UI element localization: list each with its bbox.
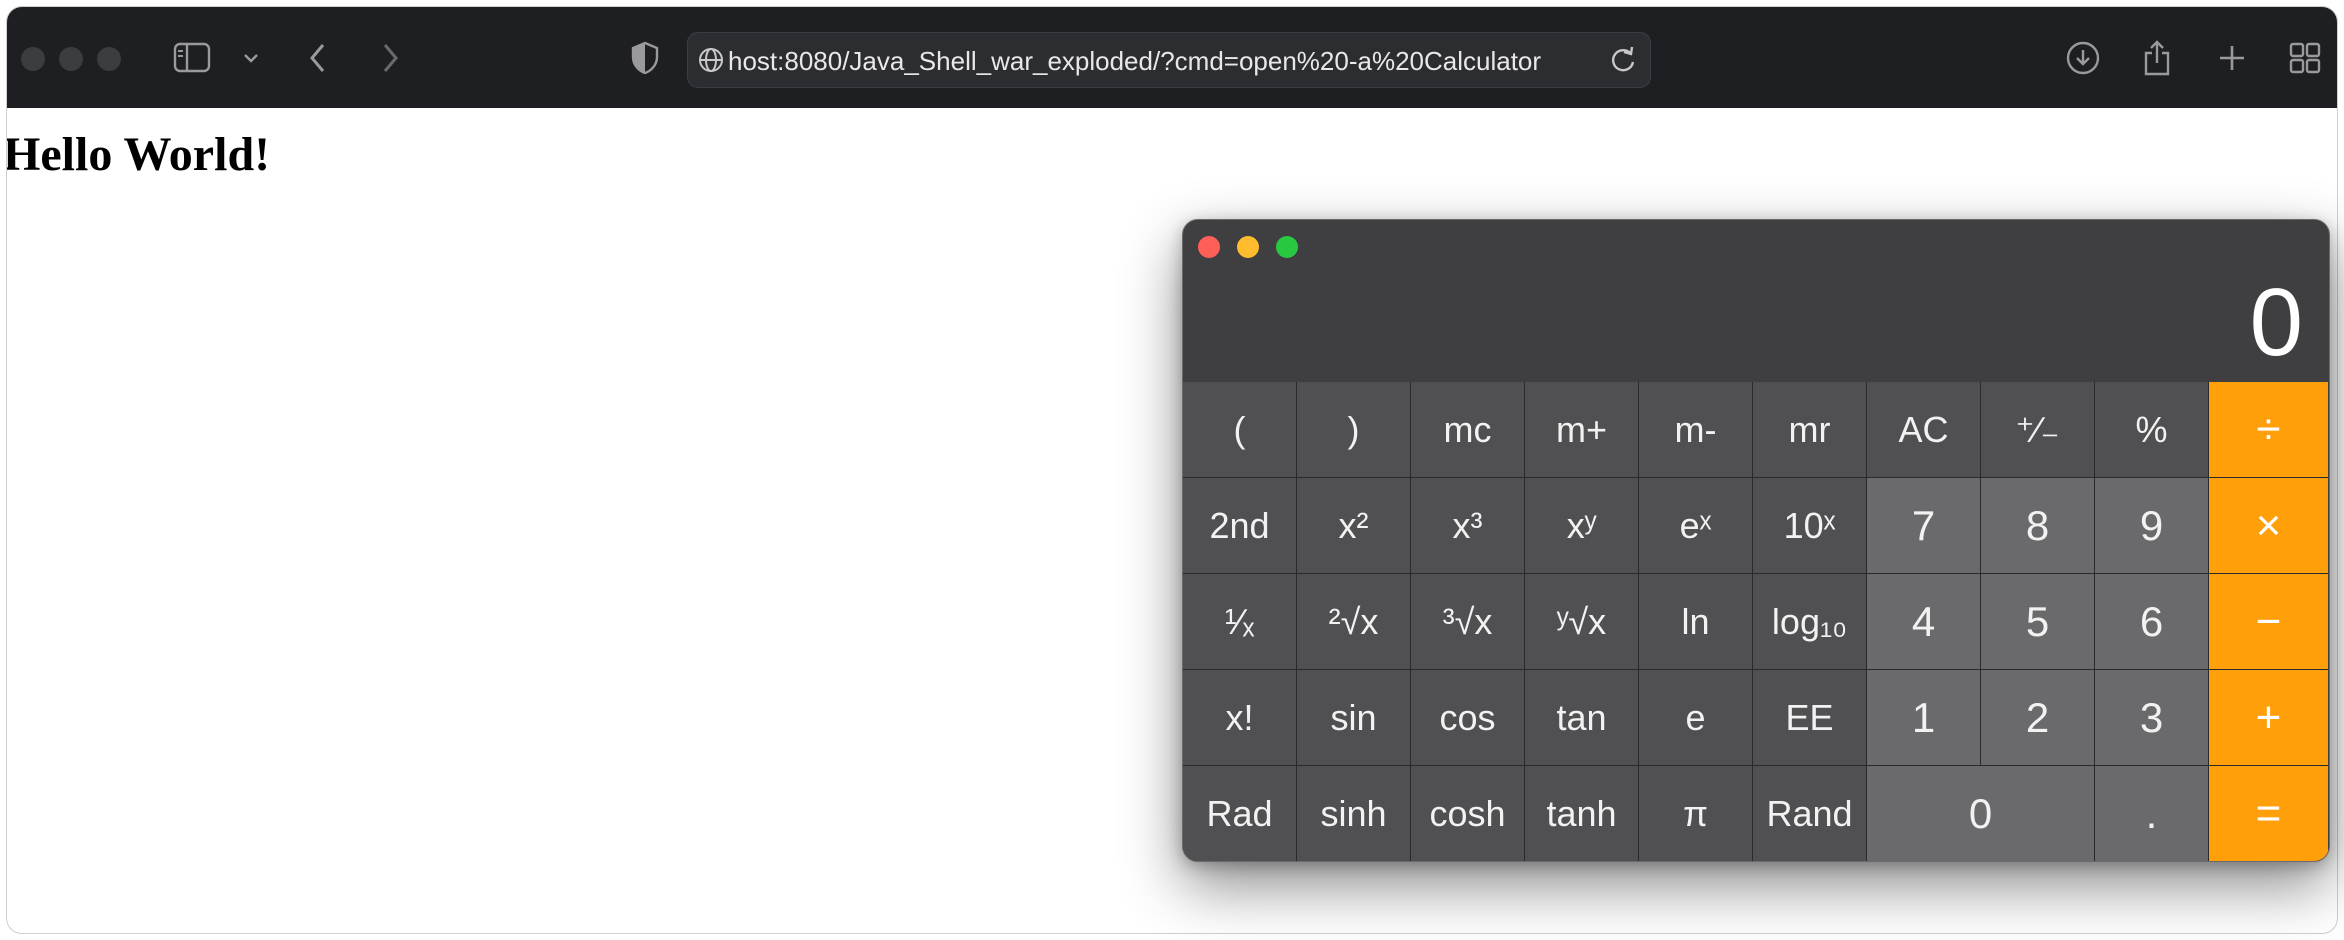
calc-key[interactable]: 3 (2095, 670, 2209, 766)
calculator-close-button[interactable] (1198, 236, 1220, 258)
calc-key[interactable]: log₁₀ (1753, 574, 1867, 670)
calc-key[interactable]: ( (1183, 382, 1297, 478)
privacy-shield-icon[interactable] (631, 41, 659, 75)
calculator-window-controls (1198, 236, 1298, 258)
calc-key[interactable]: = (2209, 766, 2328, 861)
zoom-window-button[interactable] (97, 47, 121, 71)
calculator-keypad: () mc m+ m-mr AC ⁺∕₋% ÷ 2nd x² x³ xʸ eˣ 10ˣ 7 8 9 × ¹∕ₓ ²√… (1183, 382, 2329, 861)
new-tab-plus-icon[interactable] (2217, 43, 2247, 73)
calc-key[interactable]: 8 (1981, 478, 2095, 574)
calc-key[interactable]: sin (1297, 670, 1411, 766)
calc-key[interactable]: ¹∕ₓ (1183, 574, 1297, 670)
back-arrow-icon[interactable] (307, 41, 329, 75)
sidebar-toggle-icon[interactable] (173, 41, 213, 75)
calc-key[interactable]: 0 (1867, 766, 2095, 861)
calc-key[interactable]: % (2095, 382, 2209, 478)
calc-key[interactable]: . (2095, 766, 2209, 861)
page-heading: Hello World! (6, 128, 271, 181)
calc-key[interactable]: ) (1297, 382, 1411, 478)
calc-key[interactable]: ln (1639, 574, 1753, 670)
downloads-icon[interactable] (2066, 41, 2100, 75)
calc-key[interactable]: 4 (1867, 574, 1981, 670)
close-window-button[interactable] (21, 47, 45, 71)
calc-key[interactable]: ⁺∕₋ (1981, 382, 2095, 478)
share-icon[interactable] (2142, 39, 2172, 77)
calc-key[interactable]: cosh (1411, 766, 1525, 861)
calc-key[interactable]: AC (1867, 382, 1981, 478)
calc-key[interactable]: e (1639, 670, 1753, 766)
calc-key[interactable]: tanh (1525, 766, 1639, 861)
window-controls (21, 47, 121, 71)
calc-key[interactable]: x³ (1411, 478, 1525, 574)
calc-key[interactable]: Rad (1183, 766, 1297, 861)
calc-key[interactable]: ʸ√x (1525, 574, 1639, 670)
calc-key[interactable]: eˣ (1639, 478, 1753, 574)
calculator-zoom-button[interactable] (1276, 236, 1298, 258)
browser-toolbar: host:8080/Java_Shell_war_exploded/?cmd=o… (7, 7, 2337, 108)
calc-key[interactable]: m- (1639, 382, 1753, 478)
calc-key[interactable]: xʸ (1525, 478, 1639, 574)
forward-arrow-icon[interactable] (379, 41, 401, 75)
calc-key[interactable]: 1 (1867, 670, 1981, 766)
calc-key[interactable]: 7 (1867, 478, 1981, 574)
calc-key[interactable]: tan (1525, 670, 1639, 766)
calc-key[interactable]: mc (1411, 382, 1525, 478)
chevron-down-icon[interactable] (243, 52, 259, 64)
minimize-window-button[interactable] (59, 47, 83, 71)
calc-key[interactable]: 9 (2095, 478, 2209, 574)
calc-key[interactable]: ²√x (1297, 574, 1411, 670)
globe-icon (698, 47, 724, 73)
address-bar[interactable]: host:8080/Java_Shell_war_exploded/?cmd=o… (687, 32, 1651, 88)
calc-key[interactable]: π (1639, 766, 1753, 861)
calc-key[interactable]: x! (1183, 670, 1297, 766)
calculator-minimize-button[interactable] (1237, 236, 1259, 258)
calc-key[interactable]: 10ˣ (1753, 478, 1867, 574)
calc-key[interactable]: 5 (1981, 574, 2095, 670)
calculator-window: 0 () mc m+ m-mr AC ⁺∕₋% ÷ 2nd x² x³ xʸ eˣ 10ˣ 7 8 9 × ¹∕ₓ… (1182, 219, 2330, 862)
calc-key[interactable]: 6 (2095, 574, 2209, 670)
calc-key[interactable]: ³√x (1411, 574, 1525, 670)
calc-key[interactable]: m+ (1525, 382, 1639, 478)
calculator-display: 0 (2249, 269, 2303, 376)
calc-key[interactable]: × (2209, 478, 2328, 574)
calc-key[interactable]: x² (1297, 478, 1411, 574)
calc-key[interactable]: sinh (1297, 766, 1411, 861)
calc-key[interactable]: 2nd (1183, 478, 1297, 574)
calc-key[interactable]: + (2209, 670, 2328, 766)
calc-key[interactable]: cos (1411, 670, 1525, 766)
calc-key[interactable]: 2 (1981, 670, 2095, 766)
tab-overview-icon[interactable] (2289, 42, 2321, 74)
url-text: host:8080/Java_Shell_war_exploded/?cmd=o… (728, 46, 1542, 76)
calc-key[interactable]: Rand (1753, 766, 1867, 861)
calc-key[interactable]: EE (1753, 670, 1867, 766)
calc-key[interactable]: mr (1753, 382, 1867, 478)
calc-key[interactable]: ÷ (2209, 382, 2328, 478)
reload-icon[interactable] (1610, 46, 1636, 74)
calc-key[interactable]: − (2209, 574, 2328, 670)
